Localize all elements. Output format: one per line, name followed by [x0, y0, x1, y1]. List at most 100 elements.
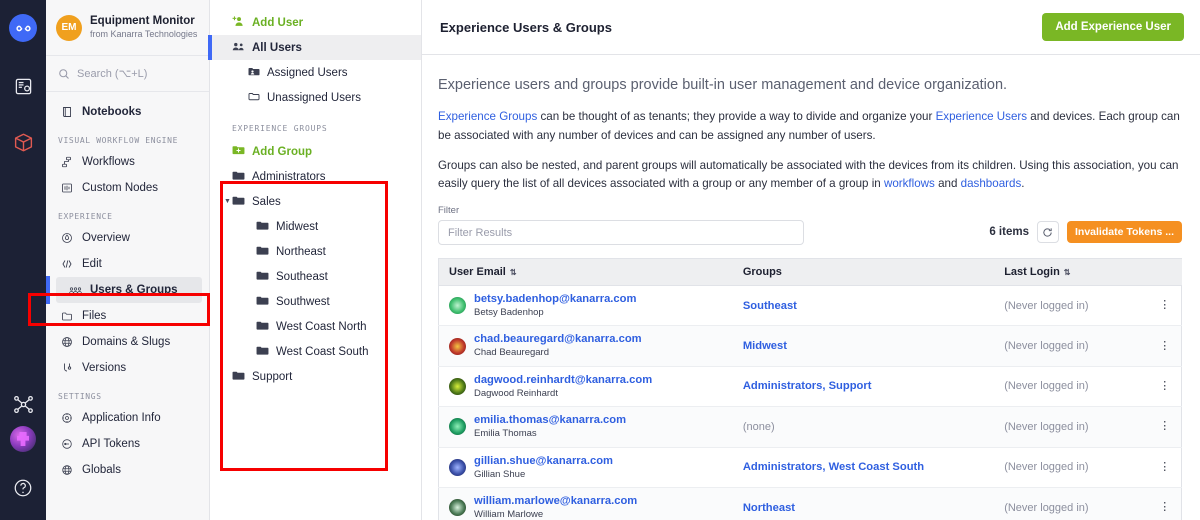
row-menu-button[interactable]: ⋮	[1148, 366, 1182, 408]
search-input[interactable]: Search (⌥+L)	[46, 56, 209, 92]
column-user-email[interactable]: User Email ⇅	[437, 258, 733, 287]
infinity-logo-icon[interactable]	[9, 14, 37, 42]
package-rail-icon[interactable]	[0, 120, 46, 164]
sidebar-item-globals[interactable]: Globals	[46, 457, 209, 483]
user-email-link[interactable]: william.marlowe@kanarra.com	[474, 494, 637, 508]
token-icon	[60, 438, 74, 450]
panel-item-all-users[interactable]: All Users	[208, 35, 421, 60]
intro-text: and	[934, 177, 961, 191]
add-experience-user-button[interactable]: Add Experience User	[1042, 13, 1184, 41]
row-menu-button[interactable]: ⋮	[1148, 325, 1182, 367]
cell-groups: Administrators, West Coast South	[732, 447, 995, 488]
refresh-icon[interactable]	[1036, 221, 1059, 244]
table-row[interactable]: dagwood.reinhardt@kanarra.com Dagwood Re…	[437, 366, 1182, 408]
cell-last-login: (Never logged in)	[994, 487, 1149, 520]
add-group-button[interactable]: Add Group	[210, 139, 421, 164]
group-item-label: Northeast	[276, 245, 326, 258]
filter-field-wrap: Filter	[438, 205, 804, 246]
row-menu-button[interactable]: ⋮	[1148, 447, 1182, 488]
group-item-sales[interactable]: ▼ Sales	[210, 189, 421, 214]
dashboards-link[interactable]: dashboards	[961, 177, 1022, 190]
group-item-northeast[interactable]: Northeast	[210, 239, 421, 264]
user-email-link[interactable]: gillian.shue@kanarra.com	[474, 454, 613, 468]
experience-groups-link[interactable]: Experience Groups	[438, 110, 537, 123]
group-link[interactable]: Southeast	[743, 300, 797, 312]
row-menu-button[interactable]: ⋮	[1148, 406, 1182, 448]
group-item-support[interactable]: Support	[210, 364, 421, 389]
user-email-link[interactable]: dagwood.reinhardt@kanarra.com	[474, 373, 652, 387]
group-link[interactable]: Administrators, Support	[743, 380, 872, 392]
sidebar-item-edit[interactable]: Edit	[46, 251, 209, 277]
sidebar-item-label: Edit	[82, 258, 102, 270]
user-email-link[interactable]: chad.beauregard@kanarra.com	[474, 332, 642, 346]
experience-users-link[interactable]: Experience Users	[936, 110, 1028, 123]
group-item-midwest[interactable]: Midwest	[210, 214, 421, 239]
sidebar-item-notebooks[interactable]: Notebooks	[46, 99, 209, 125]
all-users-icon	[232, 41, 245, 55]
table-row[interactable]: betsy.badenhop@kanarra.com Betsy Badenho…	[437, 285, 1182, 327]
column-label: Last Login	[1004, 266, 1060, 279]
groups-none: (none)	[742, 420, 775, 433]
group-link[interactable]: Administrators, West Coast South	[743, 461, 924, 473]
sidebar-item-label: Overview	[82, 232, 130, 244]
group-item-southeast[interactable]: Southeast	[210, 264, 421, 289]
filter-input[interactable]	[438, 220, 804, 246]
help-circle-icon[interactable]	[0, 466, 46, 510]
table-row[interactable]: emilia.thomas@kanarra.com Emilia Thomas …	[437, 406, 1182, 448]
row-menu-button[interactable]: ⋮	[1148, 285, 1182, 327]
sidebar-item-users-groups[interactable]: Users & Groups	[46, 276, 202, 304]
overview-icon	[60, 232, 74, 244]
column-groups[interactable]: Groups	[732, 258, 995, 287]
column-last-login[interactable]: Last Login ⇅	[994, 258, 1149, 287]
filter-bar: Filter 6 items Invalidate Tokens ...	[438, 205, 1182, 246]
group-item-southwest[interactable]: Southwest	[210, 289, 421, 314]
table-row[interactable]: william.marlowe@kanarra.com William Marl…	[437, 487, 1182, 520]
intro-lead: Experience users and groups provide buil…	[438, 77, 1008, 93]
invalidate-tokens-button[interactable]: Invalidate Tokens ...	[1066, 221, 1182, 244]
sidebar-item-label: Globals	[82, 464, 121, 476]
user-email-link[interactable]: emilia.thomas@kanarra.com	[474, 413, 626, 427]
sidebar-item-domains-slugs[interactable]: Domains & Slugs	[46, 329, 209, 355]
user-avatar[interactable]	[10, 426, 36, 452]
sidebar-item-versions[interactable]: Versions	[46, 355, 209, 381]
primary-sidebar: EM Equipment Monitor from Kanarra Techno…	[46, 0, 210, 520]
notebooks-rail-icon[interactable]	[0, 64, 46, 108]
row-menu-button[interactable]: ⋮	[1148, 487, 1182, 520]
chevron-down-icon[interactable]: ▼	[224, 198, 231, 205]
group-item-label: Sales	[252, 195, 281, 208]
app-header[interactable]: EM Equipment Monitor from Kanarra Techno…	[46, 0, 209, 56]
sidebar-item-custom-nodes[interactable]: Custom Nodes	[46, 175, 209, 201]
group-item-west-coast-south[interactable]: West Coast South	[210, 339, 421, 364]
sidebar-item-label: Files	[82, 310, 107, 322]
sidebar-item-api-tokens[interactable]: API Tokens	[46, 431, 209, 457]
app-badge: EM	[56, 14, 82, 41]
sidebar-item-overview[interactable]: Overview	[46, 225, 209, 251]
groups-panel: Add User All Users Assigned Users Unassi…	[208, 0, 422, 520]
table-row[interactable]: gillian.shue@kanarra.com Gillian Shue Ad…	[437, 447, 1182, 488]
user-email-link[interactable]: betsy.badenhop@kanarra.com	[474, 292, 636, 306]
cell-last-login: (Never logged in)	[994, 366, 1149, 408]
cell-user: dagwood.reinhardt@kanarra.com Dagwood Re…	[437, 366, 733, 408]
cell-groups: Midwest	[732, 325, 995, 367]
cell-groups: Northeast	[732, 487, 995, 520]
group-item-administrators[interactable]: Administrators	[210, 164, 421, 189]
sidebar-item-workflows[interactable]: Workflows	[46, 149, 209, 175]
add-user-button[interactable]: Add User	[210, 10, 421, 35]
search-placeholder: Search (⌥+L)	[77, 68, 148, 80]
sidebar-item-application-info[interactable]: Application Info	[46, 405, 209, 431]
table-row[interactable]: chad.beauregard@kanarra.com Chad Beaureg…	[437, 325, 1182, 367]
panel-item-assigned-users[interactable]: Assigned Users	[210, 60, 421, 85]
add-group-label: Add Group	[252, 145, 313, 158]
folder-icon	[60, 310, 74, 322]
group-link[interactable]: Midwest	[743, 340, 787, 352]
cell-last-login: (Never logged in)	[994, 447, 1149, 488]
panel-item-label: Assigned Users	[267, 66, 348, 79]
sidebar-item-files[interactable]: Files	[46, 303, 209, 329]
workflows-icon	[60, 156, 74, 168]
workflows-link[interactable]: workflows	[884, 177, 935, 190]
group-link[interactable]: Northeast	[743, 502, 795, 514]
sidebar-item-label: Custom Nodes	[82, 182, 159, 194]
group-item-west-coast-north[interactable]: West Coast North	[210, 314, 421, 339]
panel-item-unassigned-users[interactable]: Unassigned Users	[210, 85, 421, 110]
workflow-rail-icon[interactable]	[0, 382, 46, 426]
